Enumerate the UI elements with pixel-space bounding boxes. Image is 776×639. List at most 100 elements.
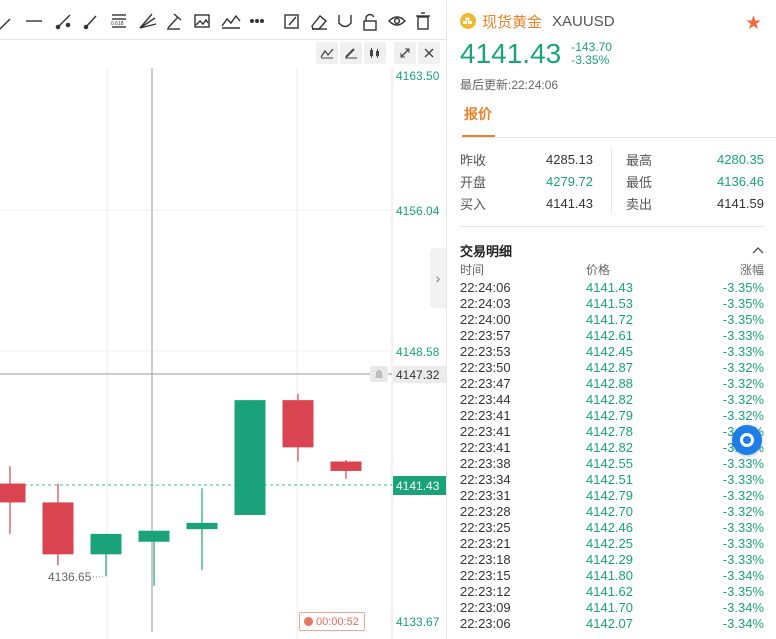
trade-row: 22:24:06 4141.43 -3.35% [460,279,764,295]
trade-time: 22:23:53 [460,343,511,359]
stat-open: 开盘 4279.72 [460,173,593,190]
trade-change: -3.35% [722,295,764,311]
price-label-1: 4163.50 [396,69,440,83]
trade-row: 22:23:21 4142.25 -3.33% [460,535,764,551]
magnet-icon[interactable] [338,15,352,28]
tab-quote[interactable]: 报价 [464,104,492,124]
candle-body[interactable] [282,400,314,448]
ray-icon[interactable] [55,14,71,30]
pattern-icon[interactable] [221,14,241,29]
trade-price: 4142.79 [586,487,633,503]
trade-price: 4142.82 [586,391,633,407]
trade-row: 22:23:38 4142.55 -3.33% [460,455,764,471]
trade-price: 4142.87 [586,359,633,375]
last-price: 4141.43 [460,38,562,69]
trade-time: 22:23:38 [460,455,511,471]
chevron-up-icon[interactable] [752,243,764,257]
chat-float-button[interactable] [732,425,762,455]
trade-row: 22:23:15 4141.80 -3.34% [460,567,764,583]
trade-time: 22:23:41 [460,439,511,455]
candle-countdown: 00:00:52 [299,612,365,631]
trade-change: -3.33% [722,535,764,551]
trade-time: 22:23:21 [460,535,511,551]
last-updated: 最后更新:22:24:06 [460,77,559,92]
close-chart-button[interactable] [418,42,440,64]
trade-change: -3.32% [722,359,764,375]
trade-row: 22:23:25 4142.46 -3.33% [460,519,764,535]
trade-row: 22:23:47 4142.88 -3.32% [460,375,764,391]
candle-body[interactable] [0,483,26,503]
trade-time: 22:23:41 [460,407,511,423]
image-icon[interactable] [194,14,210,28]
trade-time: 22:24:00 [460,311,511,327]
fullscreen-button[interactable] [394,42,416,64]
trades-title: 交易明细 [460,243,513,259]
lock-icon[interactable] [363,13,377,31]
candles-icon [370,48,379,58]
trade-change: -3.34% [722,615,764,631]
trade-price: 4142.82 [586,439,633,455]
close-icon [424,48,434,58]
trades-columns: 时间 价格 涨幅 [460,259,764,279]
pencil-icon[interactable] [167,13,182,30]
favorite-star-icon[interactable]: ★ [745,12,762,35]
trade-row: 22:23:50 4142.87 -3.32% [460,359,764,375]
eraser-icon[interactable] [311,15,327,30]
stat-high: 最高 4280.35 [626,151,764,168]
clock-icon [304,617,313,626]
trades-list[interactable]: 22:24:06 4141.43 -3.35% 22:24:03 4141.53 -3.3… [460,279,764,631]
countdown-text: 00:00:52 [316,615,359,628]
crosshair-price: 4147.32 [396,368,440,382]
trade-change: -3.32% [722,503,764,519]
price-row: 4141.43 -143.70 -3.35% [460,34,764,74]
candle-body[interactable] [90,533,122,555]
trash-icon[interactable] [416,12,430,30]
stats-left: 昨收 4285.13 开盘 4279.72 买入 4141.43 [460,148,612,214]
price-chart[interactable]: 4163.50 4156.04 4148.58 4133.67 4147.32 … [0,0,446,639]
trade-price: 4141.53 [586,295,633,311]
trade-change: -3.33% [722,519,764,535]
trade-price: 4142.51 [586,471,633,487]
trade-time: 22:23:12 [460,583,511,599]
expand-icon [400,48,410,58]
arrow-line-icon[interactable] [83,15,97,30]
quote-stats: 昨收 4285.13 开盘 4279.72 买入 4141.43 最高 4280.35 … [460,148,764,227]
fan-icon[interactable] [139,13,157,29]
candle-body[interactable] [186,522,218,530]
more-icon[interactable] [249,19,265,24]
candle-body[interactable] [330,461,362,471]
trade-change: -3.35% [722,583,764,599]
indicator-button[interactable] [316,42,338,64]
trade-change: -3.35% [722,279,764,295]
trade-row: 22:23:414142.82-3.32% [460,439,764,455]
trade-time: 22:24:03 [460,295,511,311]
col-time: 时间 [460,262,485,277]
trade-time: 22:23:34 [460,471,511,487]
trendline-icon[interactable] [0,18,11,30]
indicator-icon [320,48,334,59]
trade-change: -3.33% [722,471,764,487]
trade-time: 22:23:18 [460,551,511,567]
note-icon[interactable] [284,14,299,29]
collapse-panel-button[interactable]: › [430,248,446,308]
trade-row: 22:23:41 4142.79 -3.32% [460,407,764,423]
trade-row: 22:23:12 4141.62 -3.35% [460,583,764,599]
trade-price: 4141.72 [586,311,633,327]
trades-header: 交易明细 [460,241,764,259]
candle-body[interactable] [138,530,170,542]
candle-body[interactable] [234,400,266,516]
trade-change: -3.32% [722,487,764,503]
instrument-header: 现货黄金 XAUUSD ★ [460,0,764,34]
candle-body[interactable] [42,502,74,555]
trade-time: 22:23:25 [460,519,511,535]
eye-icon[interactable] [388,16,406,26]
trade-row: 22:24:03 4141.53 -3.35% [460,295,764,311]
price-label-4: 4133.67 [396,615,440,629]
instrument-name: 现货黄金 [482,13,543,31]
chart-pane[interactable]: 4163.50 4156.04 4148.58 4133.67 4147.32 … [0,0,446,639]
draw-button[interactable] [340,42,362,64]
chat-icon [740,433,754,447]
chart-type-button[interactable] [364,42,386,64]
trade-price: 4142.07 [586,615,633,631]
trade-change: -3.32% [722,407,764,423]
